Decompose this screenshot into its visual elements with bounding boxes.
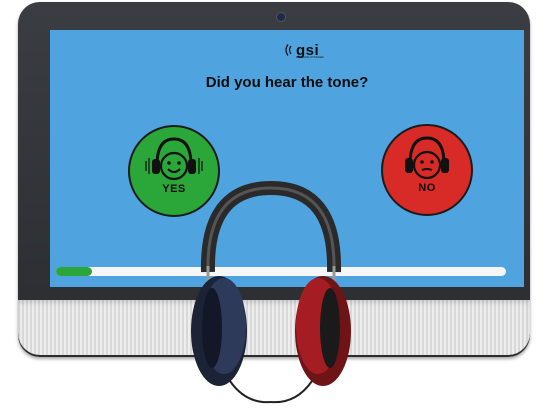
headphones-image <box>191 180 351 404</box>
no-label: NO <box>418 182 436 194</box>
gsi-logo: gsi GRASON-STADLER <box>282 40 324 60</box>
progress-bar-fill <box>56 267 92 276</box>
yes-label: YES <box>162 183 186 195</box>
webcam-icon <box>276 12 286 22</box>
sound-waves-icon <box>285 44 292 56</box>
question-prompt: Did you hear the tone? <box>205 74 369 91</box>
neutral-face-icon <box>405 136 449 180</box>
logo-subtext: GRASON-STADLER <box>296 55 324 59</box>
no-button[interactable]: NO <box>381 124 473 216</box>
